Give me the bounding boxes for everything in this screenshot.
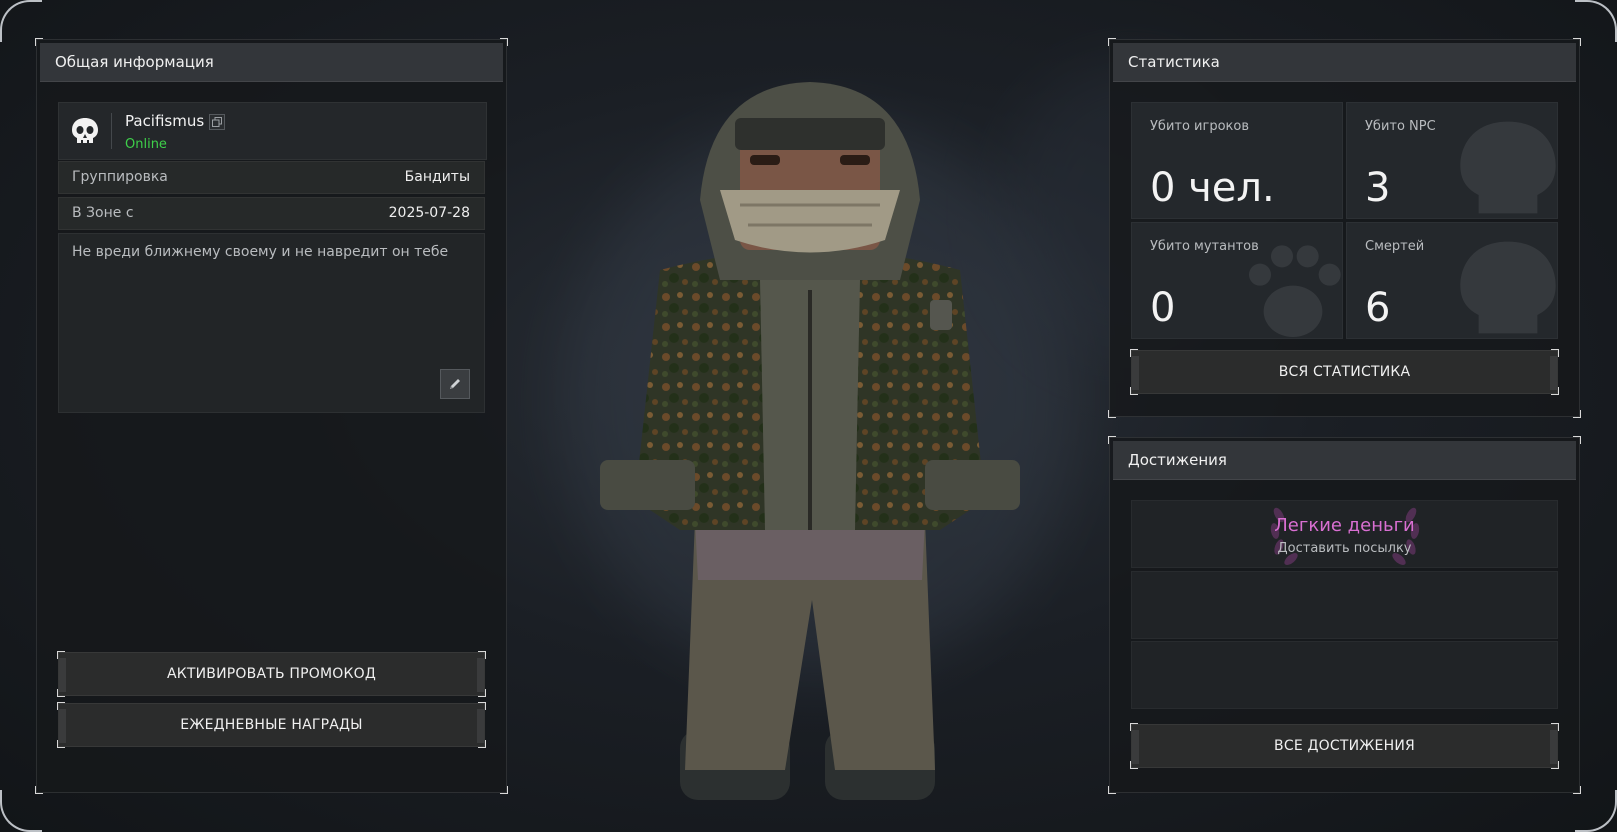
achievements-panel: Достижения Легкие деньги Доставить посыл… — [1108, 436, 1581, 794]
character-model — [600, 82, 1020, 800]
all-achievements-label: ВСЕ ДОСТИЖЕНИЯ — [1274, 738, 1415, 754]
button-corner — [1130, 387, 1138, 395]
button-corner — [57, 740, 65, 748]
button-edge — [1550, 356, 1557, 390]
stat-value: 0 — [1150, 285, 1176, 331]
button-corner — [1551, 387, 1559, 395]
panel-corner — [35, 786, 43, 794]
achievement-item[interactable]: Легкие деньги Доставить посылку — [1131, 500, 1558, 568]
panel-corner — [1573, 410, 1581, 418]
zone-date-value: 2025-07-28 — [388, 205, 470, 221]
button-corner — [57, 689, 65, 697]
button-edge — [59, 658, 66, 692]
achievement-description: Доставить посылку — [1277, 541, 1412, 556]
general-info-panel: Общая информация Pacifismus Online Групп… — [35, 38, 508, 794]
player-card: Pacifismus Online — [58, 102, 487, 160]
button-corner — [478, 651, 486, 659]
all-achievements-button[interactable]: ВСЕ ДОСТИЖЕНИЯ — [1130, 723, 1559, 769]
button-corner — [478, 689, 486, 697]
faction-row: Группировка Бандиты — [58, 161, 485, 194]
zone-date-label: В Зоне с — [72, 205, 134, 221]
button-corner — [1551, 761, 1559, 769]
all-statistics-button[interactable]: ВСЯ СТАТИСТИКА — [1130, 349, 1559, 395]
screen-frame-corner — [1575, 0, 1617, 42]
button-corner — [57, 651, 65, 659]
panel-title: Достижения — [1113, 441, 1576, 480]
button-edge — [1550, 730, 1557, 764]
stat-label: Убито мутантов — [1150, 239, 1259, 254]
screen-frame-corner — [0, 0, 42, 42]
button-edge — [477, 709, 484, 743]
stat-tile-npc-killed: Убито NPC 3 — [1346, 102, 1558, 219]
panel-title: Общая информация — [40, 43, 503, 82]
pencil-icon — [450, 379, 460, 389]
stats-grid: Убито игроков 0 чел. Убито NPC 3 Убито м… — [1131, 102, 1558, 339]
bio-text: Не вреди ближнему своему и не навредит о… — [72, 244, 449, 260]
stat-value: 3 — [1365, 165, 1391, 211]
skull-watermark-icon — [1460, 121, 1556, 214]
player-name: Pacifismus — [125, 112, 205, 130]
stat-label: Смертей — [1365, 239, 1425, 254]
divider — [111, 113, 112, 149]
achievement-slot-empty — [1131, 641, 1558, 709]
button-edge — [1132, 356, 1139, 390]
daily-rewards-label: ЕЖЕДНЕВНЫЕ НАГРАДЫ — [180, 717, 363, 733]
stat-label: Убито NPC — [1365, 119, 1436, 134]
statistics-panel: Статистика Убито игроков 0 чел. Убито NP… — [1108, 38, 1581, 418]
stat-label: Убито игроков — [1150, 119, 1249, 134]
online-status: Online — [125, 137, 167, 152]
achievement-slot-empty — [1131, 571, 1558, 639]
activate-promo-label: АКТИВИРОВАТЬ ПРОМОКОД — [166, 666, 377, 682]
button-edge — [1132, 730, 1139, 764]
bio-box: Не вреди ближнему своему и не навредит о… — [58, 233, 485, 413]
button-corner — [1551, 723, 1559, 731]
button-edge — [59, 709, 66, 743]
panel-corner — [1573, 786, 1581, 794]
zone-date-row: В Зоне с 2025-07-28 — [58, 197, 485, 230]
panel-title: Статистика — [1113, 43, 1576, 82]
screen-frame-corner — [1575, 790, 1617, 832]
stat-tile-players-killed: Убито игроков 0 чел. — [1131, 102, 1343, 219]
activate-promo-button[interactable]: АКТИВИРОВАТЬ ПРОМОКОД — [57, 651, 486, 697]
panel-corner — [1108, 786, 1116, 794]
panel-corner — [500, 786, 508, 794]
button-corner — [478, 740, 486, 748]
screen-frame-corner — [0, 790, 42, 832]
button-corner — [1551, 349, 1559, 357]
button-corner — [57, 702, 65, 710]
panel-corner — [1108, 410, 1116, 418]
button-corner — [1130, 723, 1138, 731]
edit-bio-button[interactable] — [440, 369, 470, 399]
button-corner — [1130, 761, 1138, 769]
stat-value: 6 — [1365, 285, 1391, 331]
faction-value: Бандиты — [404, 169, 470, 185]
stat-tile-mutants-killed: Убито мутантов 0 — [1131, 222, 1343, 339]
copy-icon[interactable] — [209, 114, 225, 130]
stat-value: 0 чел. — [1150, 165, 1275, 211]
achievement-title: Легкие деньги — [1274, 515, 1415, 536]
faction-label: Группировка — [72, 169, 168, 185]
all-statistics-label: ВСЯ СТАТИСТИКА — [1278, 364, 1411, 380]
skull-icon — [71, 117, 99, 147]
daily-rewards-button[interactable]: ЕЖЕДНЕВНЫЕ НАГРАДЫ — [57, 702, 486, 748]
button-edge — [477, 658, 484, 692]
stat-tile-deaths: Смертей 6 — [1346, 222, 1558, 339]
button-corner — [1130, 349, 1138, 357]
button-corner — [478, 702, 486, 710]
skull-watermark-icon — [1460, 241, 1556, 334]
